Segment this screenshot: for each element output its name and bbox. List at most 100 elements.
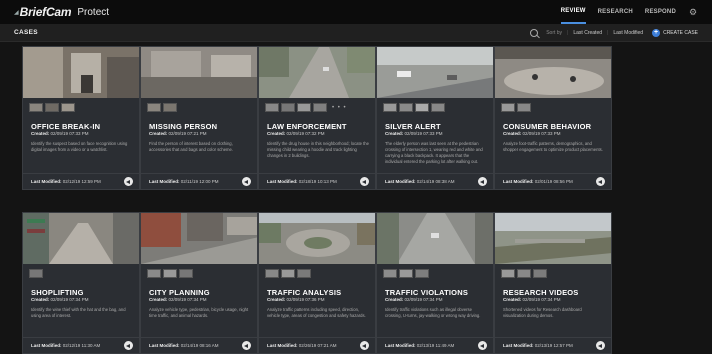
clip-thumbnail[interactable] [163,269,177,278]
open-case-icon[interactable] [124,341,133,350]
case-thumbnail [377,47,493,98]
logo-mark-icon: ◢ [14,9,19,16]
clip-thumbnail[interactable] [415,269,429,278]
clip-strip [265,269,311,278]
case-title: CONSUMER BEHAVIOR [503,122,592,131]
open-case-icon[interactable] [360,177,369,186]
modified-date: Last Modified: 02/26/19 07:21 AM [267,343,337,348]
clip-strip [383,269,429,278]
clip-thumbnail[interactable] [297,103,311,112]
card-footer: Last Modified: 02/14/19 08:16 AM [141,337,257,353]
clip-thumbnail[interactable] [265,269,279,278]
clip-thumbnail[interactable] [415,103,429,112]
top-bar: ◢ BriefCam Protect REVIEW RESEARCH RESPO… [0,0,712,24]
created-date: Created: 02/09/19 07:34 PM [385,297,443,302]
case-description: Analyze vehicle type, pedestrian, bicycl… [149,307,249,318]
clip-thumbnail[interactable] [147,103,161,112]
case-description: Analyze foot-traffic patterns, demograph… [503,141,603,152]
case-card[interactable]: SILVER ALERT Created: 02/09/19 07:33 PM … [376,46,494,190]
product-name: Protect [77,6,110,18]
clip-thumbnail[interactable] [313,103,327,112]
clip-thumbnail[interactable] [163,103,177,112]
open-case-icon[interactable] [596,177,605,186]
card-footer: Last Modified: 02/26/19 07:21 AM [259,337,375,353]
clip-thumbnail[interactable] [29,103,43,112]
created-date: Created: 02/09/19 07:34 PM [503,297,561,302]
page-title: CASES [14,29,38,36]
case-card[interactable]: CONSUMER BEHAVIOR Created: 02/09/19 07:3… [494,46,612,190]
tab-respond[interactable]: RESPOND [645,0,676,24]
card-footer: Last Modified: 02/11/19 12:00 PM [141,173,257,189]
case-card[interactable]: TRAFFIC VIOLATIONS Created: 02/09/19 07:… [376,212,494,354]
clip-thumbnail[interactable] [179,269,193,278]
clip-thumbnail[interactable] [399,103,413,112]
tab-research[interactable]: RESEARCH [598,0,633,24]
case-card[interactable]: OFFICE BREAK-IN Created: 02/09/19 07:33 … [22,46,140,190]
tab-review[interactable]: REVIEW [560,0,586,24]
case-card[interactable]: CITY PLANNING Created: 02/09/19 07:34 PM… [140,212,258,354]
created-date: Created: 02/09/19 07:32 PM [267,131,325,136]
clip-thumbnail[interactable] [501,103,515,112]
case-thumbnail [495,47,611,98]
divider: | [607,30,609,36]
clip-thumbnail[interactable] [29,269,43,278]
case-description: Identify the drug house in this neighbor… [267,141,369,158]
search-icon[interactable] [530,29,539,37]
case-card[interactable]: MISSING PERSON Created: 02/09/19 07:21 P… [140,46,258,190]
open-case-icon[interactable] [478,341,487,350]
clip-thumbnail[interactable] [281,103,295,112]
modified-date: Last Modified: 02/14/19 08:38 AM [385,179,455,184]
divider: | [567,30,569,36]
open-case-icon[interactable] [478,177,487,186]
clip-strip: • • • [265,103,347,112]
modified-date: Last Modified: 02/12/19 11:30 AM [31,343,101,348]
open-case-icon[interactable] [124,177,133,186]
case-thumbnail [495,213,611,264]
sort-last-created[interactable]: Last Created [573,30,602,36]
case-card[interactable]: SHOPLIFTING Created: 02/09/19 07:34 PM I… [22,212,140,354]
brand-logo[interactable]: BriefCam [20,5,72,19]
case-title: TRAFFIC VIOLATIONS [385,288,469,297]
main-nav: REVIEW RESEARCH RESPOND ⚙ [560,0,698,24]
clip-thumbnail[interactable] [383,103,397,112]
clip-thumbnail[interactable] [281,269,295,278]
clip-thumbnail[interactable] [431,103,445,112]
case-description: The elderly person was last seen at the … [385,141,483,164]
created-date: Created: 02/09/19 07:34 PM [31,297,89,302]
created-date: Created: 02/09/19 07:33 PM [31,131,89,136]
clip-strip [383,103,445,112]
gear-icon[interactable]: ⚙ [688,7,698,17]
create-case-button[interactable]: + CREATE CASE [652,29,698,37]
sort-last-modified[interactable]: Last Modified [613,30,643,36]
open-case-icon[interactable] [242,177,251,186]
modified-date: Last Modified: 02/01/19 08:56 PM [503,179,573,184]
case-title: SILVER ALERT [385,122,441,131]
open-case-icon[interactable] [242,341,251,350]
case-card[interactable]: TRAFFIC ANALYSIS Created: 02/09/19 07:36… [258,212,376,354]
case-thumbnail [141,47,257,98]
created-date: Created: 02/09/19 07:34 PM [149,297,207,302]
more-clips-indicator[interactable]: • • • [332,105,347,111]
clip-thumbnail[interactable] [297,269,311,278]
open-case-icon[interactable] [360,341,369,350]
clip-thumbnail[interactable] [501,269,515,278]
case-description: Identify the wine thief with the hat and… [31,307,126,318]
clip-thumbnail[interactable] [517,269,531,278]
clip-thumbnail[interactable] [147,269,161,278]
case-description: Find the person of interest based on clo… [149,141,234,152]
case-card[interactable]: • • • LAW ENFORCEMENT Created: 02/09/19 … [258,46,376,190]
clip-thumbnail[interactable] [45,103,59,112]
open-case-icon[interactable] [596,341,605,350]
case-thumbnail [23,213,139,264]
clip-thumbnail[interactable] [517,103,531,112]
created-date: Created: 02/09/19 07:36 PM [267,297,325,302]
case-title: OFFICE BREAK-IN [31,122,101,131]
clip-thumbnail[interactable] [533,269,547,278]
cases-toolbar: CASES Sort by | Last Created | Last Modi… [0,24,712,42]
case-card[interactable]: RESEARCH VIDEOS Created: 02/09/19 07:34 … [494,212,612,354]
clip-thumbnail[interactable] [265,103,279,112]
clip-thumbnail[interactable] [383,269,397,278]
clip-thumbnail[interactable] [399,269,413,278]
clip-thumbnail[interactable] [61,103,75,112]
case-thumbnail [259,47,375,98]
